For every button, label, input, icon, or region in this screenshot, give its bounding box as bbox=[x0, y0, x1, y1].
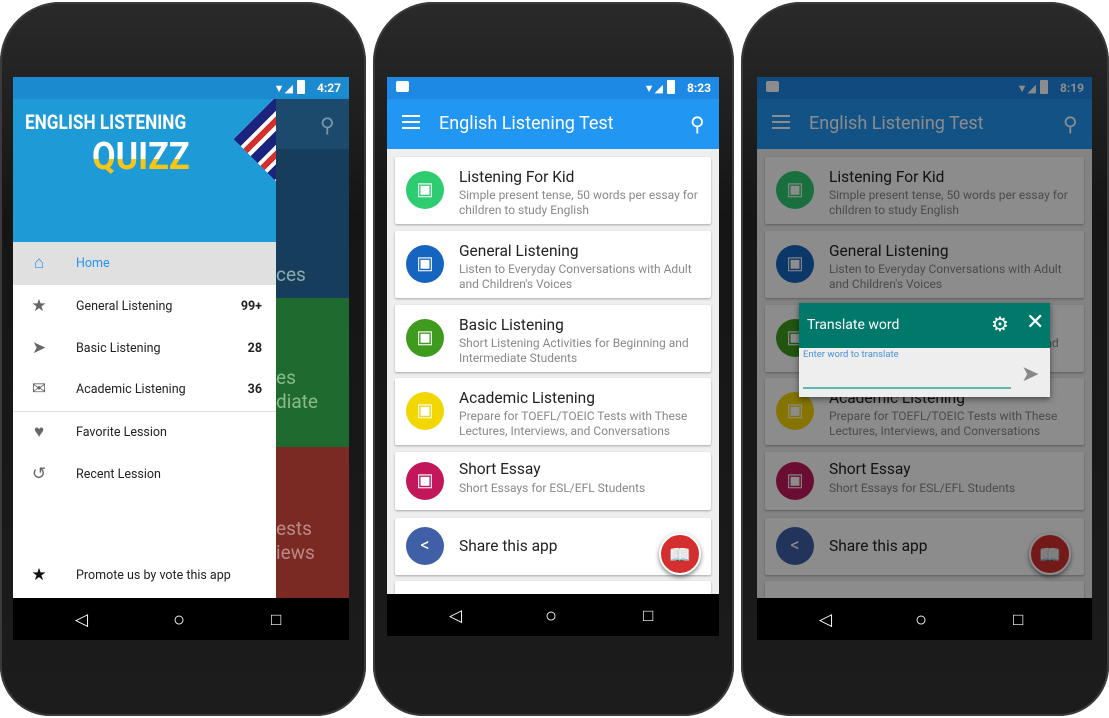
count-badge: 28 bbox=[247, 341, 262, 356]
navigation-drawer: ENGLISH LISTENING QUIZZ ⌂ Home ★ General L… bbox=[13, 99, 276, 598]
back-button[interactable]: ◁ bbox=[819, 610, 832, 630]
send-icon[interactable]: ➤ bbox=[1021, 362, 1039, 387]
home-button[interactable]: ○ bbox=[915, 607, 927, 632]
list-item[interactable]: ▣ Listening For Kid Simple present tense… bbox=[395, 157, 711, 224]
drawer-item-label: Promote us by vote this app bbox=[76, 568, 231, 583]
count-badge: 99+ bbox=[240, 299, 262, 314]
share-label: Share this app bbox=[459, 537, 558, 555]
list-item[interactable]: ▣ Basic Listening Short Listening Activi… bbox=[395, 305, 711, 372]
star-icon: ★ bbox=[31, 565, 47, 585]
behind-text: es bbox=[276, 366, 296, 389]
search-icon[interactable]: ⚲ bbox=[690, 112, 705, 136]
home-icon: ⌂ bbox=[33, 253, 45, 273]
item-subtitle: Listen to Everyday Conversations with Ad… bbox=[459, 262, 692, 291]
wifi-signal-icon: ▼◢ bbox=[273, 82, 293, 95]
share-icon: < bbox=[406, 527, 444, 565]
drawer-item-label: Home bbox=[76, 256, 110, 271]
translate-dialog: Translate word ⚙ ✕ Enter word to transla… bbox=[799, 303, 1050, 397]
battery-icon bbox=[297, 80, 305, 94]
phone-frame-2: ▼◢ 8:23 English Listening Test ⚲ ▣ Liste… bbox=[373, 2, 734, 716]
dialog-title: Translate word bbox=[807, 317, 900, 333]
menu-icon[interactable] bbox=[402, 115, 420, 129]
phone-frame-1: ⚲ ces es diate ests iews ▼◢ 4:27 ENGLISH… bbox=[0, 2, 366, 716]
system-nav-bar: ◁ ○ □ bbox=[757, 598, 1092, 640]
app-bar: English Listening Test ⚲ bbox=[387, 99, 719, 149]
heart-icon: ♥ bbox=[33, 422, 45, 442]
item-title: Short Essay bbox=[459, 460, 541, 478]
book-icon: ▣ bbox=[406, 171, 444, 209]
list-item[interactable]: ▣ General Listening Listen to Everyday C… bbox=[395, 231, 711, 298]
phone-frame-3: ▼◢ 8:19 English Listening Test ⚲ ▣ Liste… bbox=[741, 2, 1109, 716]
drawer-item-academic-listening[interactable]: ✉ Academic Listening 36 bbox=[13, 368, 276, 410]
search-icon[interactable]: ⚲ bbox=[320, 113, 335, 137]
status-bar: ▼◢ 8:23 bbox=[387, 77, 719, 99]
drawer-header: ENGLISH LISTENING QUIZZ bbox=[13, 99, 276, 242]
book-fab-button[interactable]: 📖 bbox=[659, 533, 701, 575]
mail-open-icon: ✉ bbox=[31, 379, 47, 399]
send-icon: ➤ bbox=[31, 338, 47, 358]
status-time: 8:23 bbox=[686, 81, 711, 95]
book-icon: ▣ bbox=[406, 392, 444, 430]
recents-button[interactable]: □ bbox=[271, 610, 281, 630]
item-subtitle: Simple present tense, 50 words per essay… bbox=[459, 188, 698, 217]
app-title: English Listening Test bbox=[439, 113, 614, 134]
logo-text: QUIZZ bbox=[92, 135, 190, 179]
history-icon: ↺ bbox=[31, 464, 47, 484]
drawer-item-promote[interactable]: ★ Promote us by vote this app bbox=[13, 554, 276, 596]
input-label: Enter word to translate bbox=[803, 349, 899, 360]
list-item[interactable]: ▣ Academic Listening Prepare for TOEFL/T… bbox=[395, 378, 711, 445]
list-item[interactable]: ▣ Short Essay Short Essays for ESL/EFL S… bbox=[395, 452, 711, 510]
status-bar: ▼◢ 4:27 bbox=[13, 77, 349, 99]
back-button[interactable]: ◁ bbox=[449, 606, 462, 626]
behind-text: ests bbox=[276, 517, 312, 540]
uk-flag-icon bbox=[233, 99, 276, 182]
drawer-item-label: Basic Listening bbox=[76, 341, 161, 356]
item-title: Listening For Kid bbox=[459, 168, 575, 186]
item-title: Basic Listening bbox=[459, 316, 564, 334]
settings-gear-icon[interactable]: ⚙ bbox=[991, 312, 1009, 336]
behind-text: ces bbox=[276, 263, 306, 286]
drawer-item-label: Favorite Lession bbox=[76, 425, 167, 440]
recents-button[interactable]: □ bbox=[1013, 610, 1023, 630]
item-subtitle: Prepare for TOEFL/TOEIC Tests with These… bbox=[459, 409, 688, 438]
star-icon: ★ bbox=[31, 296, 47, 316]
book-icon: ▣ bbox=[406, 462, 444, 500]
home-button[interactable]: ○ bbox=[545, 603, 557, 628]
behind-text: diate bbox=[276, 390, 318, 413]
notification-icon bbox=[396, 81, 409, 92]
drawer-item-label: Recent Lession bbox=[76, 467, 161, 482]
drawer-item-basic-listening[interactable]: ➤ Basic Listening 28 bbox=[13, 327, 276, 369]
close-icon[interactable]: ✕ bbox=[1026, 310, 1044, 335]
book-icon: ▣ bbox=[406, 245, 444, 283]
item-title: Academic Listening bbox=[459, 389, 595, 407]
system-nav-bar: ◁ ○ □ bbox=[13, 598, 349, 640]
back-button[interactable]: ◁ bbox=[75, 610, 88, 630]
drawer-item-general-listening[interactable]: ★ General Listening 99+ bbox=[13, 285, 276, 327]
battery-icon bbox=[667, 80, 675, 94]
status-time: 4:27 bbox=[316, 81, 341, 95]
screen-3: ▼◢ 8:19 English Listening Test ⚲ ▣ Liste… bbox=[757, 77, 1092, 640]
screen-2: ▼◢ 8:23 English Listening Test ⚲ ▣ Liste… bbox=[387, 77, 719, 636]
wifi-signal-icon: ▼◢ bbox=[643, 82, 663, 95]
item-subtitle: Short Essays for ESL/EFL Students bbox=[459, 481, 646, 495]
word-input[interactable] bbox=[803, 361, 1011, 389]
system-nav-bar: ◁ ○ □ bbox=[387, 594, 719, 636]
drawer-item-home[interactable]: ⌂ Home bbox=[13, 242, 276, 285]
screen-1: ⚲ ces es diate ests iews ▼◢ 4:27 ENGLISH… bbox=[13, 77, 349, 640]
item-title: General Listening bbox=[459, 242, 579, 260]
item-subtitle: Short Listening Activities for Beginning… bbox=[459, 336, 689, 365]
recents-button[interactable]: □ bbox=[643, 606, 653, 626]
drawer-item-label: General Listening bbox=[76, 299, 173, 314]
drawer-item-label: Academic Listening bbox=[76, 382, 186, 397]
drawer-item-recent[interactable]: ↺ Recent Lession bbox=[13, 453, 276, 495]
count-badge: 36 bbox=[247, 382, 262, 397]
drawer-item-favorite[interactable]: ♥ Favorite Lession bbox=[13, 411, 276, 453]
logo-text: ENGLISH LISTENING bbox=[25, 110, 187, 134]
book-icon: ▣ bbox=[406, 319, 444, 357]
behind-text: iews bbox=[276, 541, 315, 564]
home-button[interactable]: ○ bbox=[173, 607, 185, 632]
